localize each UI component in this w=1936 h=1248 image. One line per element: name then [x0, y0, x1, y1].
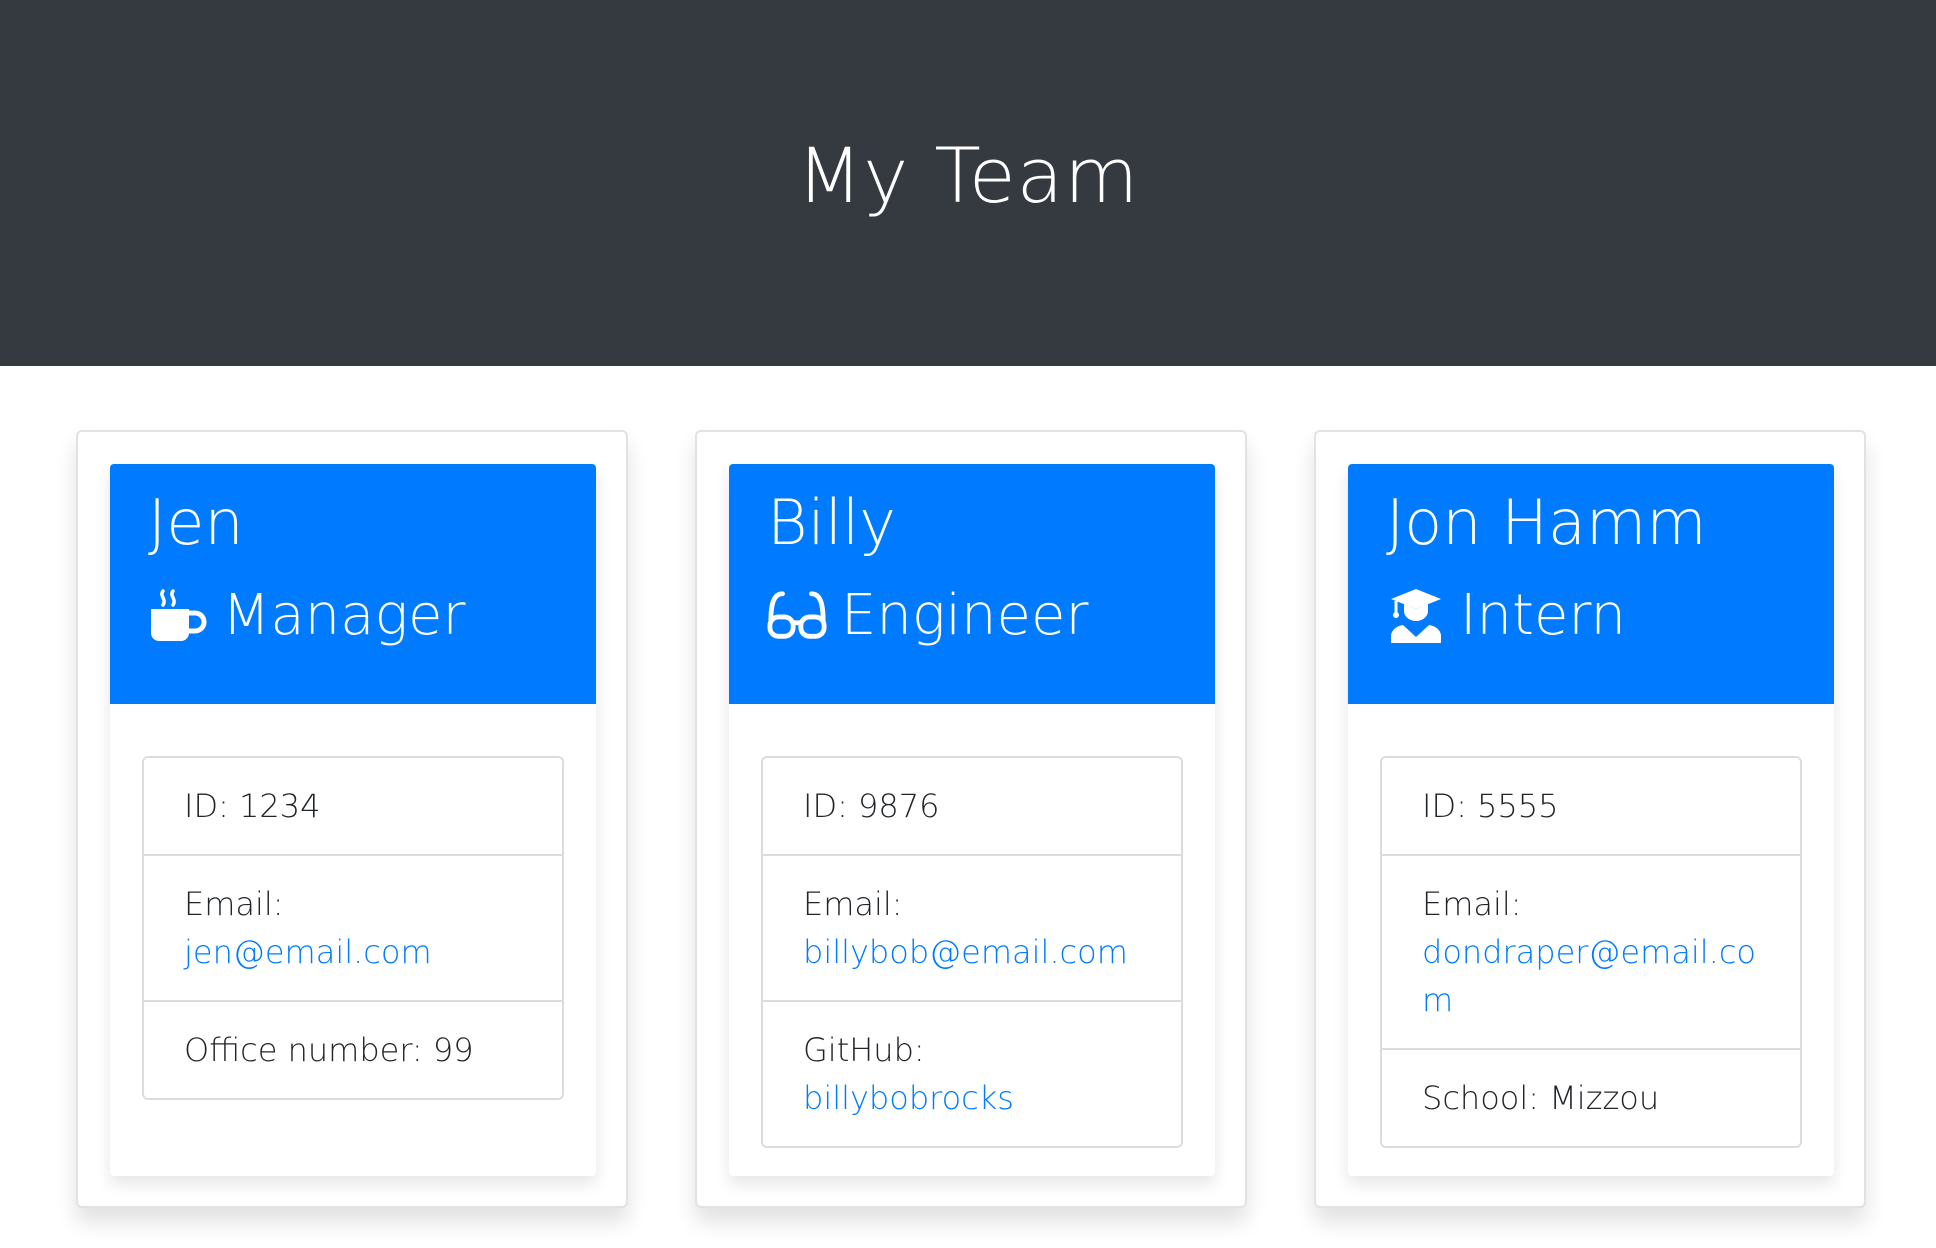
coffee-mug-icon	[148, 586, 208, 646]
employee-name: Jen	[148, 486, 244, 559]
employee-name: Jon Hamm	[1386, 486, 1707, 559]
employee-email-label: Email:	[184, 885, 284, 923]
employee-info-list: ID: 5555 Email: dondraper@email.com Scho…	[1380, 756, 1802, 1148]
employee-email: Email: billybob@email.com	[763, 854, 1181, 1000]
employee-id-label: ID: 9876	[803, 787, 940, 825]
employee-email-label: Email:	[1422, 885, 1522, 923]
email-link[interactable]: billybob@email.com	[803, 933, 1128, 971]
employee-card-engineer: Billy Engineer ID: 9876 Email: billybob@…	[695, 430, 1247, 1208]
employee-id: ID: 1234	[144, 758, 562, 854]
employee-card-body: Billy Engineer ID: 9876 Email: billybob@…	[729, 464, 1215, 1176]
employee-card-header: Jen Manager	[110, 464, 596, 704]
employee-email-label: Email:	[803, 885, 903, 923]
employee-id: ID: 5555	[1382, 758, 1800, 854]
employee-email: Email: jen@email.com	[144, 854, 562, 1000]
employee-card-header: Billy Engineer	[729, 464, 1215, 704]
employee-card-intern: Jon Hamm Intern ID: 5555 Email: dondrape…	[1314, 430, 1866, 1208]
school-label: School: Mizzou	[1422, 1079, 1660, 1117]
employee-card-body: Jon Hamm Intern ID: 5555 Email: dondrape…	[1348, 464, 1834, 1176]
employee-role: Intern	[1386, 582, 1626, 649]
graduate-icon	[1386, 586, 1446, 646]
employee-id-label: ID: 5555	[1422, 787, 1559, 825]
employee-card-manager: Jen Manager ID: 1234 Email: jen@email.co…	[76, 430, 628, 1208]
employee-info-list: ID: 9876 Email: billybob@email.com GitHu…	[761, 756, 1183, 1148]
email-link[interactable]: dondraper@email.com	[1422, 933, 1756, 1019]
employee-role-label: Intern	[1460, 583, 1626, 648]
glasses-icon	[767, 586, 827, 646]
employee-role-label: Engineer	[841, 583, 1089, 648]
employee-github: GitHub: billybobrocks	[763, 1000, 1181, 1146]
page-title: My Team	[796, 130, 1140, 220]
employee-role: Manager	[148, 582, 466, 649]
employee-id-label: ID: 1234	[184, 787, 321, 825]
page: My Team Jen Manager ID: 1234 Email: jen@…	[0, 0, 1936, 1248]
page-header: My Team	[0, 0, 1936, 366]
github-label: GitHub:	[803, 1031, 925, 1069]
office-number-label: Office number: 99	[184, 1031, 474, 1069]
employee-role-label: Manager	[222, 583, 466, 648]
email-link[interactable]: jen@email.com	[184, 933, 432, 971]
employee-email: Email: dondraper@email.com	[1382, 854, 1800, 1048]
employee-id: ID: 9876	[763, 758, 1181, 854]
employee-card-header: Jon Hamm Intern	[1348, 464, 1834, 704]
employee-office-number: Office number: 99	[144, 1000, 562, 1098]
employee-info-list: ID: 1234 Email: jen@email.com Office num…	[142, 756, 564, 1100]
employee-role: Engineer	[767, 582, 1088, 649]
employee-school: School: Mizzou	[1382, 1048, 1800, 1146]
employee-name: Billy	[767, 486, 896, 559]
github-link[interactable]: billybobrocks	[803, 1079, 1014, 1117]
employee-card-body: Jen Manager ID: 1234 Email: jen@email.co…	[110, 464, 596, 1176]
